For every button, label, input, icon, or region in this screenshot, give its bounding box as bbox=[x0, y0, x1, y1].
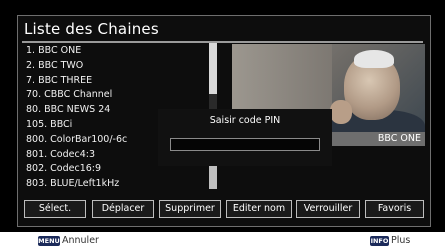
preview-channel-name: BBC ONE bbox=[331, 132, 425, 146]
footer-hints: MENU Annuler INFO Plus bbox=[0, 232, 445, 251]
pin-label: Saisir code PIN bbox=[209, 115, 281, 126]
channel-item[interactable]: 70. CBBC Channel bbox=[26, 88, 127, 103]
menu-hint-label: Annuler bbox=[62, 235, 99, 246]
channel-item[interactable]: 802. Codec16:9 bbox=[26, 162, 127, 177]
channel-item[interactable]: 105. BBCi bbox=[26, 118, 127, 133]
info-key-icon: INFO bbox=[370, 236, 389, 246]
page-title: Liste des Chaines bbox=[24, 20, 159, 38]
channel-item[interactable]: 801. Codec4:3 bbox=[26, 148, 127, 163]
lock-button[interactable]: Verrouiller bbox=[296, 200, 360, 218]
action-button-bar: Sélect. Déplacer Supprimer Editer nom Ve… bbox=[24, 200, 424, 218]
scrollbar-thumb[interactable] bbox=[209, 43, 217, 94]
channel-item[interactable]: 800. ColorBar100/-6c bbox=[26, 133, 127, 148]
edit-name-button[interactable]: Editer nom bbox=[226, 200, 292, 218]
move-button[interactable]: Déplacer bbox=[92, 200, 154, 218]
delete-button[interactable]: Supprimer bbox=[159, 200, 221, 218]
title-divider bbox=[22, 41, 423, 43]
select-button[interactable]: Sélect. bbox=[24, 200, 86, 218]
channel-item[interactable]: 803. BLUE/Left1kHz bbox=[26, 177, 127, 192]
pin-input[interactable] bbox=[170, 138, 320, 151]
channel-item[interactable]: 7. BBC THREE bbox=[26, 74, 127, 89]
channel-list: 1. BBC ONE 2. BBC TWO 7. BBC THREE 70. C… bbox=[26, 44, 127, 192]
channel-item[interactable]: 1. BBC ONE bbox=[26, 44, 127, 59]
menu-key-icon: MENU bbox=[38, 236, 60, 246]
channel-item[interactable]: 80. BBC NEWS 24 bbox=[26, 103, 127, 118]
pin-dialog: Saisir code PIN bbox=[158, 109, 332, 166]
channel-item[interactable]: 2. BBC TWO bbox=[26, 59, 127, 74]
favorites-button[interactable]: Favoris bbox=[365, 200, 424, 218]
channel-list-panel: Liste des Chaines 1. BBC ONE 2. BBC TWO … bbox=[17, 15, 431, 227]
info-hint-label: Plus bbox=[391, 235, 411, 246]
tv-screen: Liste des Chaines 1. BBC ONE 2. BBC TWO … bbox=[0, 0, 445, 232]
